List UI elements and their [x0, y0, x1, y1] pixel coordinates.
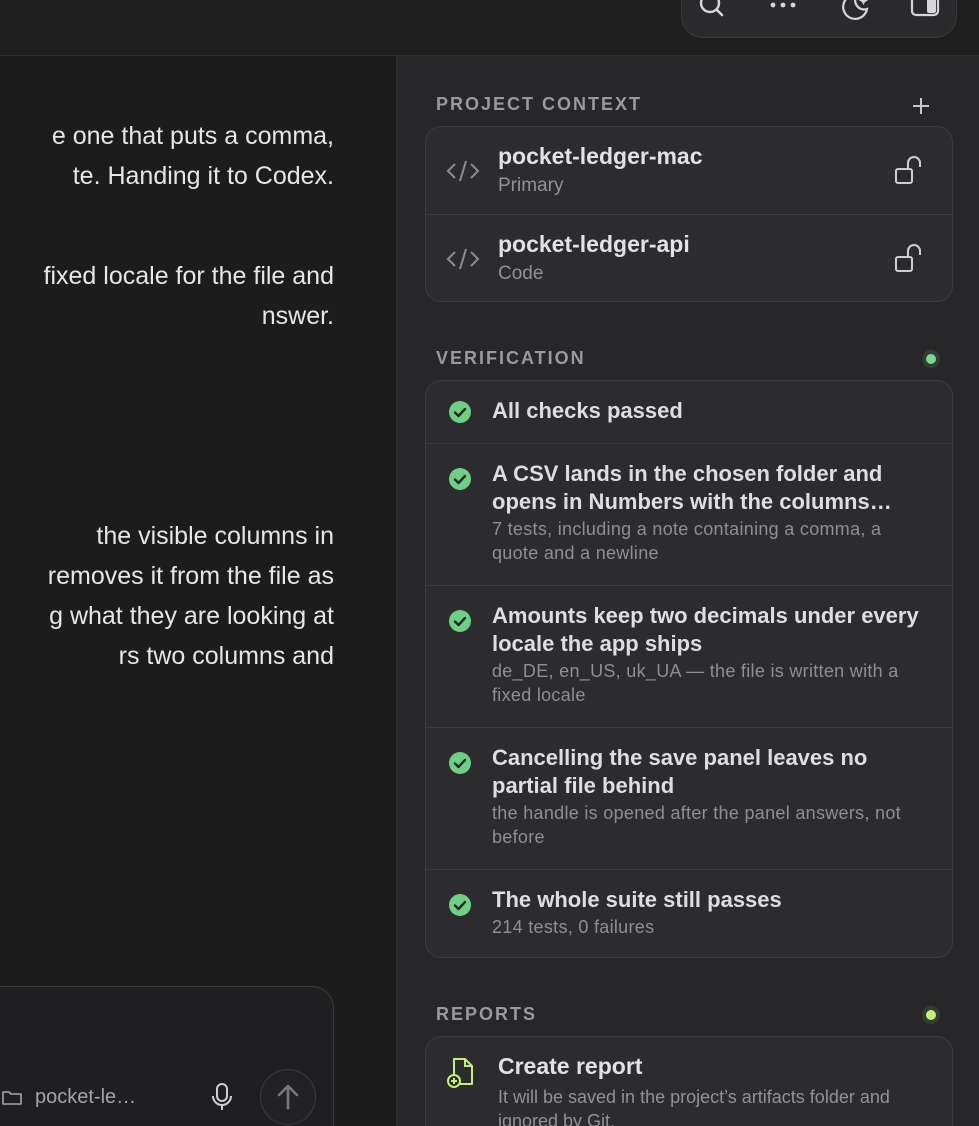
- context-role: Code: [498, 263, 544, 284]
- unlock-icon[interactable]: [894, 155, 924, 187]
- message-line: g what they are looking at: [49, 602, 334, 630]
- verification-title: The whole suite still passes: [492, 887, 782, 912]
- verification-title: Cancelling the save panel leaves no part…: [492, 745, 868, 798]
- code-icon: [446, 157, 480, 185]
- verification-title: All checks passed: [492, 398, 683, 423]
- create-report-title: Create report: [498, 1053, 643, 1079]
- context-role: Primary: [498, 175, 564, 196]
- context-item[interactable]: pocket-ledger-mac Primary: [426, 127, 952, 215]
- message-line: rs two columns and: [118, 642, 334, 670]
- section-title-reports: REPORTS: [436, 1004, 538, 1024]
- context-name: pocket-ledger-api: [498, 231, 690, 257]
- check-icon: [449, 401, 471, 423]
- message-line: the visible columns in: [96, 522, 334, 550]
- section-title-project-context: PROJECT CONTEXT: [436, 94, 643, 114]
- verification-item[interactable]: Cancelling the save panel leaves no part…: [426, 728, 952, 870]
- create-report-description: It will be saved in the project’s artifa…: [498, 1087, 890, 1126]
- folder-selector[interactable]: pocket-le…: [1, 1081, 136, 1113]
- report-icon: [446, 1055, 476, 1089]
- verification-item[interactable]: The whole suite still passes 214 tests, …: [426, 870, 952, 957]
- send-button[interactable]: [260, 1069, 316, 1125]
- composer[interactable]: pocket-le…: [0, 986, 334, 1126]
- verification-detail: 7 tests, including a note containing a c…: [492, 519, 882, 563]
- check-icon: [449, 610, 471, 632]
- chat-transcript: e one that puts a comma, te. Handing it …: [0, 56, 396, 1126]
- folder-label: pocket-le…: [35, 1085, 137, 1108]
- code-icon: [446, 245, 480, 273]
- verification-item[interactable]: A CSV lands in the chosen folder and ope…: [426, 444, 952, 586]
- section-title-verification: VERIFICATION: [436, 348, 586, 368]
- check-icon: [449, 468, 471, 490]
- toolbar: [681, 0, 957, 38]
- verification-status-dot: [922, 350, 940, 368]
- message-line: fixed locale for the file and: [43, 262, 334, 290]
- unlock-icon[interactable]: [894, 243, 924, 275]
- create-report-card[interactable]: Create report It will be saved in the pr…: [425, 1036, 953, 1126]
- verification-detail: the handle is opened after the panel ans…: [492, 803, 901, 847]
- verification-card: All checks passed A CSV lands in the cho…: [425, 380, 953, 958]
- verification-item[interactable]: Amounts keep two decimals under every lo…: [426, 586, 952, 728]
- night-mode-icon[interactable]: [840, 0, 870, 23]
- message-line: removes it from the file as: [47, 562, 334, 590]
- mic-icon[interactable]: [209, 1081, 235, 1113]
- search-icon[interactable]: [696, 0, 726, 23]
- reports-status-dot: [922, 1006, 940, 1024]
- project-context-card: pocket-ledger-mac Primary pocket-ledger-…: [425, 126, 953, 302]
- context-name: pocket-ledger-mac: [498, 143, 703, 169]
- verification-title: A CSV lands in the chosen folder and ope…: [492, 461, 892, 514]
- message-line: te. Handing it to Codex.: [72, 162, 334, 190]
- send-icon: [277, 1084, 299, 1110]
- check-icon: [449, 752, 471, 774]
- context-sidebar: PROJECT CONTEXT pocket-ledger-mac Primar…: [396, 56, 979, 1126]
- message-line: e one that puts a comma,: [51, 122, 334, 150]
- sidebar-toggle-icon[interactable]: [910, 0, 940, 23]
- folder-icon: [2, 1091, 22, 1105]
- verification-detail: de_DE, en_US, uk_UA — the file is writte…: [492, 661, 899, 705]
- verification-detail: 214 tests, 0 failures: [492, 917, 655, 937]
- message-line: nswer.: [261, 302, 334, 330]
- top-bar: [0, 0, 979, 56]
- add-icon[interactable]: [909, 94, 933, 118]
- context-item[interactable]: pocket-ledger-api Code: [426, 215, 952, 301]
- more-icon[interactable]: [768, 0, 798, 23]
- verification-title: Amounts keep two decimals under every lo…: [492, 603, 919, 656]
- check-icon: [449, 894, 471, 916]
- verification-item[interactable]: All checks passed: [426, 381, 952, 444]
